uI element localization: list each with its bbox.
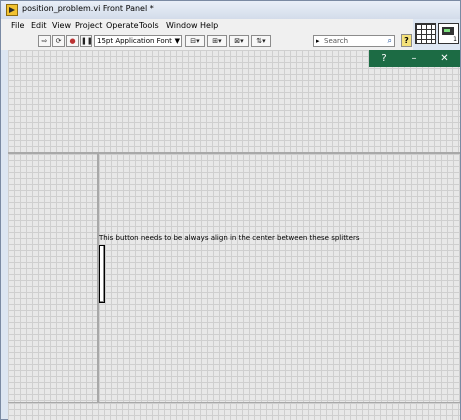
labview-app-icon — [6, 4, 18, 16]
reorder-icon[interactable]: ⇅▾ — [251, 35, 271, 47]
font-select[interactable]: 15pt Application Font ▼ — [94, 35, 182, 47]
search-icon[interactable]: ⌕ — [388, 36, 392, 46]
minimize-control[interactable]: – — [399, 50, 429, 67]
menu-window[interactable]: Window — [166, 21, 198, 30]
menu-help[interactable]: Help — [200, 21, 218, 30]
menu-view[interactable]: View — [52, 21, 71, 30]
window-title: position_problem.vi Front Panel * — [22, 4, 154, 13]
window-left-edge — [1, 50, 8, 419]
menu-file[interactable]: File — [11, 21, 24, 30]
labview-window: position_problem.vi Front Panel * File E… — [0, 0, 461, 420]
pause-icon[interactable]: ❚❚ — [80, 35, 93, 47]
menu-tools[interactable]: Tools — [139, 21, 159, 30]
context-help-button[interactable]: ? — [401, 34, 412, 47]
help-control[interactable]: ? — [369, 50, 399, 67]
search-input[interactable]: ▸ Search ⌕ — [313, 35, 395, 47]
connector-pane-icon[interactable] — [415, 23, 436, 44]
search-scope-icon: ▸ — [316, 37, 320, 45]
distribute-objects-icon[interactable]: ⊞▾ — [207, 35, 227, 47]
left-pane — [8, 154, 99, 402]
menu-project[interactable]: Project — [75, 21, 102, 30]
instruction-label: This button needs to be always align in … — [99, 234, 360, 242]
toolbar: ⇨ ⟳ ● ❚❚ 15pt Application Font ▼ ⊟▾ ⊞▾ ⊠… — [1, 33, 413, 51]
bottom-pane — [8, 402, 460, 420]
menu-operate[interactable]: Operate — [106, 21, 139, 30]
font-select-value: 15pt Application Font — [97, 37, 172, 45]
align-objects-icon[interactable]: ⊟▾ — [185, 35, 205, 47]
run-continuously-icon[interactable]: ⟳ — [52, 35, 65, 47]
menu-bar: File Edit View Project Operate Tools Win… — [1, 19, 413, 33]
title-bar[interactable]: position_problem.vi Front Panel * — [1, 1, 460, 19]
vi-icon-number: 1 — [453, 36, 457, 43]
vi-icon[interactable]: 1 — [438, 23, 459, 44]
close-control[interactable]: ✕ — [429, 50, 460, 67]
chevron-down-icon: ▼ — [174, 37, 180, 45]
run-arrow-icon[interactable]: ⇨ — [38, 35, 51, 47]
resize-objects-icon[interactable]: ⊠▾ — [229, 35, 249, 47]
abort-icon[interactable]: ● — [66, 35, 79, 47]
vi-screen-icon — [442, 27, 454, 35]
search-placeholder: Search — [324, 37, 349, 45]
menu-edit[interactable]: Edit — [31, 21, 47, 30]
panel-button[interactable] — [99, 245, 105, 303]
right-pane — [99, 154, 460, 402]
